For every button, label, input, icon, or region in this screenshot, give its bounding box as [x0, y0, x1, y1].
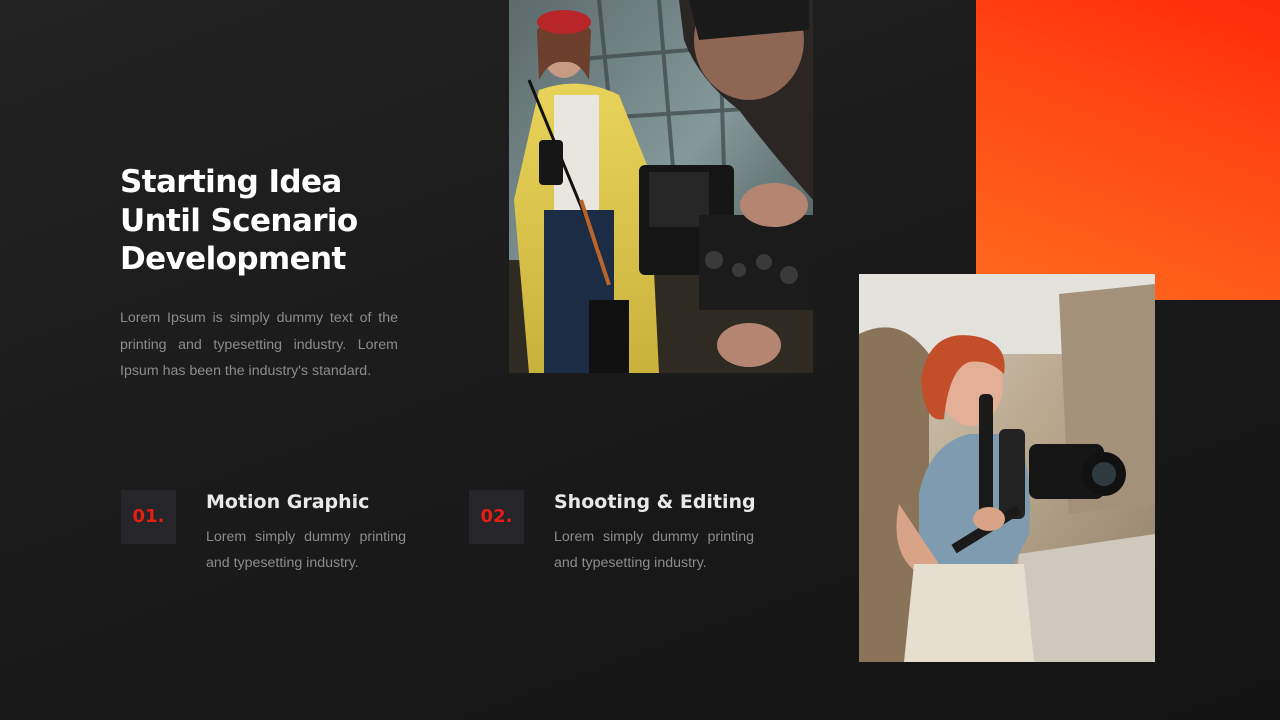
heading-line-1: Starting Idea	[120, 164, 342, 200]
feature-number-badge: 01.	[121, 490, 176, 544]
slide-heading: Starting Idea Until Scenario Development	[120, 163, 420, 279]
feature-motion-graphic: 01. Motion Graphic Lorem simply dummy pr…	[121, 490, 421, 590]
slide: Starting Idea Until Scenario Development…	[0, 0, 1280, 720]
woman-with-gimbal-camera-photo	[859, 274, 1155, 662]
camera-operator-illustration	[509, 0, 813, 373]
woman-with-gimbal-illustration	[859, 274, 1155, 662]
feature-number-badge: 02.	[469, 490, 524, 544]
camera-operator-photo	[509, 0, 813, 373]
orange-accent-block	[976, 0, 1280, 300]
feature-title: Shooting & Editing	[554, 491, 756, 513]
heading-line-3: Development	[120, 241, 346, 277]
intro-paragraph: Lorem Ipsum is simply dummy text of the …	[120, 310, 398, 379]
feature-shooting-editing: 02. Shooting & Editing Lorem simply dumm…	[469, 490, 769, 590]
heading-line-2: Until Scenario	[120, 202, 358, 239]
feature-title: Motion Graphic	[206, 491, 370, 513]
feature-description: Lorem simply dummy printing and typesett…	[206, 529, 406, 571]
feature-description: Lorem simply dummy printing and typesett…	[554, 529, 754, 571]
